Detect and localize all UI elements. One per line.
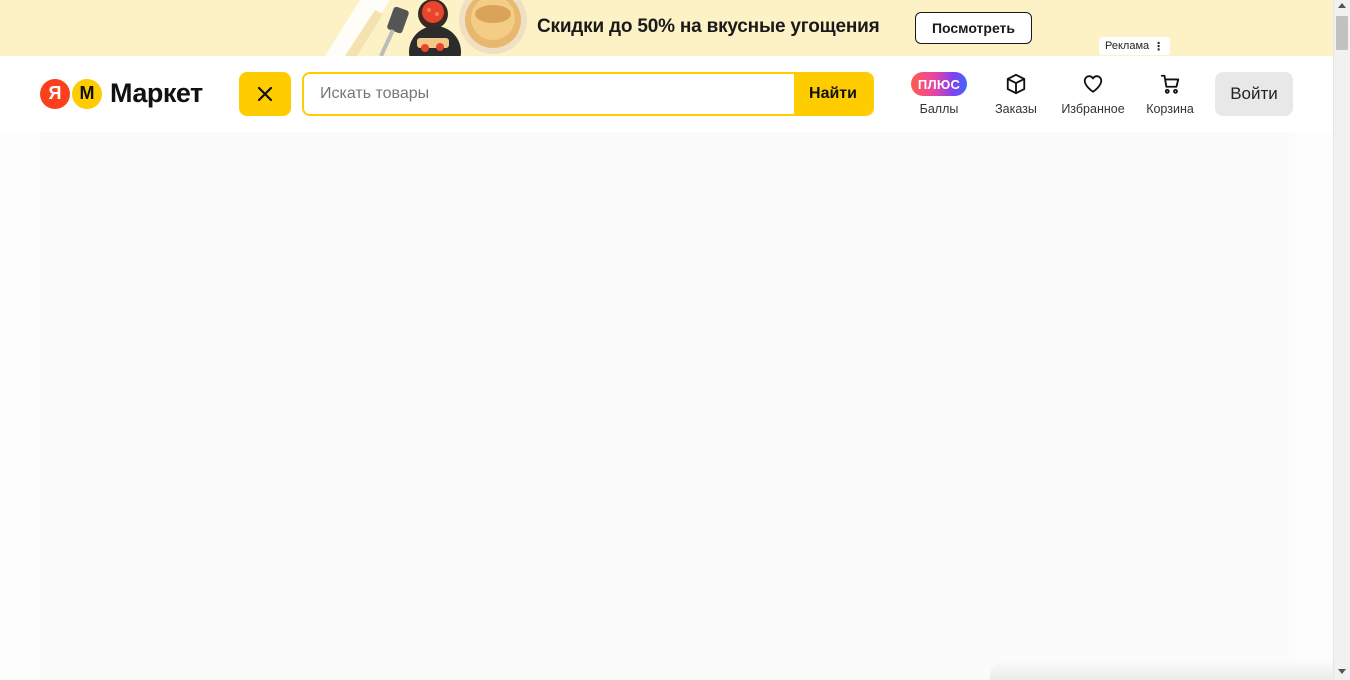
food-illustration (325, 0, 527, 56)
more-options-icon: ⋮ (1153, 40, 1165, 53)
nav-points-label: Баллы (919, 102, 959, 116)
plus-badge: ПЛЮС (911, 72, 967, 96)
banner-view-button[interactable]: Посмотреть (915, 12, 1032, 44)
heart-icon (1083, 75, 1103, 93)
scroll-up-arrow-icon[interactable] (1338, 3, 1346, 8)
nav-orders-label: Заказы (995, 102, 1037, 116)
search-button[interactable]: Найти (794, 74, 872, 114)
market-logo[interactable]: Я М Маркет (40, 78, 203, 109)
nav-cart[interactable]: Корзина (1135, 72, 1205, 116)
page-scrollbar[interactable] (1333, 0, 1350, 680)
nav-cart-label: Корзина (1146, 102, 1194, 116)
search-input[interactable] (304, 74, 794, 114)
nav-favorites-label: Избранное (1061, 102, 1125, 116)
nav-favorites[interactable]: Избранное (1058, 72, 1128, 116)
main-content-area (40, 132, 1295, 680)
nav-points[interactable]: ПЛЮС Баллы (904, 72, 974, 116)
login-button[interactable]: Войти (1215, 72, 1293, 116)
nav-orders[interactable]: Заказы (981, 72, 1051, 116)
ad-label[interactable]: Реклама ⋮ (1099, 37, 1171, 55)
box-icon (1006, 73, 1026, 95)
cart-icon (1160, 74, 1180, 94)
site-header: Я М Маркет Найти ПЛЮС Баллы Заказы (0, 56, 1333, 132)
banner-headline: Скидки до 50% на вкусные угощения (537, 16, 880, 37)
close-catalog-button[interactable] (239, 72, 291, 116)
floating-panel-edge (990, 660, 1333, 680)
logo-ya-mark: Я (40, 78, 70, 109)
scroll-down-arrow-icon[interactable] (1338, 669, 1346, 674)
scrollbar-thumb[interactable] (1336, 16, 1348, 50)
logo-text: Маркет (110, 78, 203, 108)
close-icon (257, 86, 273, 102)
ad-label-text: Реклама (1105, 40, 1150, 52)
logo-market-mark: М (72, 78, 102, 109)
search-bar: Найти (302, 72, 874, 116)
ad-banner[interactable]: Скидки до 50% на вкусные угощения Посмот… (0, 0, 1333, 56)
